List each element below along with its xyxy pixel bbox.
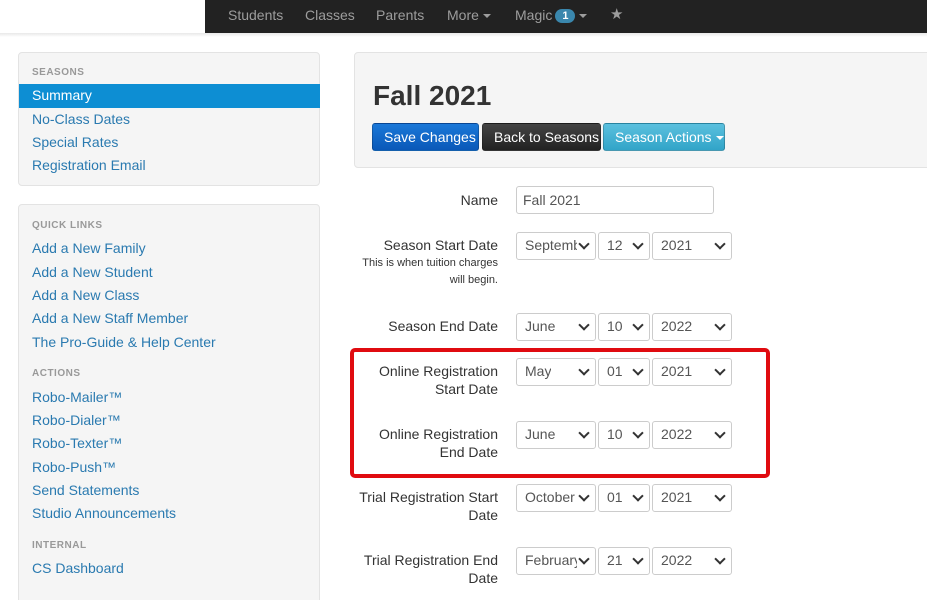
- season-actions-label: Season Actions: [615, 129, 712, 145]
- top-navbar: Students Classes Parents More Magic 1 ★: [0, 0, 927, 37]
- select-value: 12: [607, 237, 623, 253]
- select-value: 2021: [661, 237, 693, 253]
- chevron-down-icon: [632, 490, 644, 502]
- season-start-help: This is when tuition charges will begin.: [362, 257, 498, 286]
- link-robo-texter[interactable]: Robo-Texter™: [32, 435, 122, 451]
- chevron-down-icon: [632, 238, 644, 250]
- link-robo-mailer[interactable]: Robo-Mailer™: [32, 389, 122, 405]
- chevron-down-icon: [714, 319, 726, 331]
- trial-reg-start-day-select[interactable]: 01: [598, 484, 650, 512]
- chevron-down-icon: [715, 136, 724, 141]
- chevron-down-icon: [578, 238, 590, 250]
- chevron-down-icon: [578, 553, 590, 565]
- link-send-statements[interactable]: Send Statements: [32, 482, 139, 498]
- link-add-staff[interactable]: Add a New Staff Member: [32, 310, 188, 326]
- select-value: 2021: [661, 489, 693, 505]
- select-value: 2022: [661, 318, 693, 334]
- links-panel: QUICK LINKS Add a New Family Add a New S…: [18, 204, 320, 600]
- link-cs-dashboard[interactable]: CS Dashboard: [32, 560, 124, 576]
- save-changes-button[interactable]: Save Changes: [372, 123, 479, 151]
- chevron-down-icon: [632, 319, 644, 331]
- chevron-down-icon: [579, 14, 588, 19]
- sidebar-item-special-rates[interactable]: Special Rates: [32, 134, 118, 150]
- link-studio-announcements[interactable]: Studio Announcements: [32, 505, 176, 521]
- quick-links-header: QUICK LINKS: [32, 220, 103, 231]
- chevron-down-icon: [482, 14, 491, 19]
- select-value: 2022: [661, 552, 693, 568]
- nav-classes[interactable]: Classes: [305, 7, 355, 23]
- link-robo-push[interactable]: Robo-Push™: [32, 459, 116, 475]
- trial-reg-end-year-select[interactable]: 2022: [652, 547, 732, 575]
- name-label: Name: [460, 192, 498, 208]
- season-start-year-select[interactable]: 2021: [652, 232, 732, 260]
- internal-header: INTERNAL: [32, 540, 87, 551]
- trial-reg-start-label: Trial Registration Start Date: [359, 489, 498, 523]
- season-end-label: Season End Date: [388, 318, 498, 334]
- sidebar-item-summary[interactable]: Summary: [19, 84, 320, 108]
- chevron-down-icon: [714, 553, 726, 565]
- sidebar-item-no-class-dates[interactable]: No-Class Dates: [32, 111, 130, 127]
- season-start-label: Season Start Date: [383, 237, 498, 253]
- season-header-panel: Fall 2021 Save Changes Back to Seasons S…: [354, 52, 927, 168]
- name-input[interactable]: Fall 2021: [516, 186, 714, 214]
- chevron-down-icon: [578, 490, 590, 502]
- select-value: September: [525, 237, 577, 253]
- nav-more-label: More: [447, 7, 479, 23]
- link-add-family[interactable]: Add a New Family: [32, 240, 146, 256]
- select-value: June: [525, 318, 556, 334]
- nav-magic-label: Magic: [515, 7, 553, 23]
- nav-students[interactable]: Students: [228, 7, 283, 23]
- sidebar-item-registration-email[interactable]: Registration Email: [32, 157, 146, 173]
- season-start-day-select[interactable]: 12: [598, 232, 650, 260]
- season-end-month-select[interactable]: June: [516, 313, 596, 341]
- notification-badge: 1: [555, 9, 576, 23]
- season-actions-button[interactable]: Season Actions: [603, 123, 725, 151]
- star-icon[interactable]: ★: [610, 5, 623, 23]
- seasons-header: SEASONS: [32, 67, 85, 78]
- navbar-shadow: [0, 33, 927, 37]
- actions-header: ACTIONS: [32, 368, 81, 379]
- chevron-down-icon: [714, 238, 726, 250]
- trial-reg-start-month-select[interactable]: October: [516, 484, 596, 512]
- season-end-day-select[interactable]: 10: [598, 313, 650, 341]
- select-value: 21: [607, 552, 623, 568]
- trial-reg-end-label: Trial Registration End Date: [363, 552, 498, 586]
- select-value: October: [525, 489, 575, 505]
- link-pro-guide[interactable]: The Pro-Guide & Help Center: [32, 334, 216, 350]
- nav-parents[interactable]: Parents: [376, 7, 424, 23]
- link-robo-dialer[interactable]: Robo-Dialer™: [32, 412, 121, 428]
- trial-reg-end-day-select[interactable]: 21: [598, 547, 650, 575]
- highlight-box: [350, 348, 770, 478]
- season-end-year-select[interactable]: 2022: [652, 313, 732, 341]
- back-to-seasons-button[interactable]: Back to Seasons: [482, 123, 601, 151]
- trial-reg-start-year-select[interactable]: 2021: [652, 484, 732, 512]
- link-add-student[interactable]: Add a New Student: [32, 264, 153, 280]
- chevron-down-icon: [578, 319, 590, 331]
- trial-reg-end-month-select[interactable]: February: [516, 547, 596, 575]
- seasons-panel: SEASONS Summary No-Class Dates Special R…: [18, 52, 320, 186]
- select-value: February: [525, 552, 577, 568]
- select-value: 01: [607, 489, 623, 505]
- nav-more[interactable]: More: [447, 7, 491, 23]
- chevron-down-icon: [632, 553, 644, 565]
- select-value: 10: [607, 318, 623, 334]
- nav-magic[interactable]: Magic 1: [515, 7, 588, 23]
- link-add-class[interactable]: Add a New Class: [32, 287, 139, 303]
- page-title: Fall 2021: [373, 80, 492, 111]
- chevron-down-icon: [714, 490, 726, 502]
- season-start-month-select[interactable]: September: [516, 232, 596, 260]
